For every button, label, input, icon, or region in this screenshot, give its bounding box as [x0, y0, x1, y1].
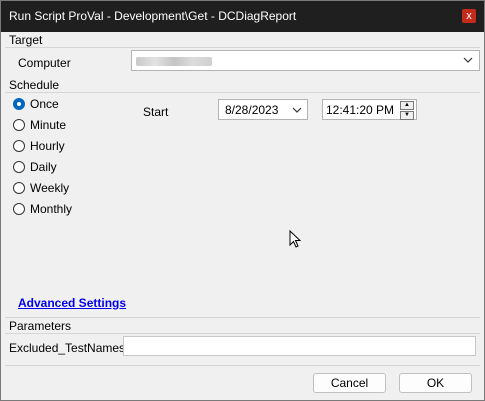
computer-label: Computer — [18, 56, 71, 70]
computer-dropdown[interactable] — [131, 50, 480, 71]
mouse-pointer-icon — [289, 229, 302, 251]
radio-minute-button[interactable] — [13, 119, 25, 131]
start-label: Start — [143, 105, 169, 119]
close-button[interactable]: x — [462, 9, 476, 23]
footer-divider — [5, 365, 480, 366]
chevron-down-icon[interactable] — [463, 55, 473, 65]
start-time-picker[interactable]: 12:41:20 PM ▲ ▼ — [322, 99, 417, 120]
radio-daily-label: Daily — [30, 160, 57, 174]
advanced-settings-link[interactable]: Advanced Settings — [18, 296, 126, 310]
start-time-value: 12:41:20 PM — [326, 103, 395, 117]
run-script-dialog: Run Script ProVal - Development\Get - DC… — [0, 0, 485, 401]
computer-value — [136, 57, 212, 66]
target-group-label: Target — [9, 33, 43, 47]
schedule-group-label: Schedule — [9, 78, 60, 92]
up-arrow-icon[interactable]: ▲ — [400, 101, 414, 110]
radio-hourly-label: Hourly — [30, 139, 65, 153]
ok-button[interactable]: OK — [399, 373, 472, 393]
radio-monthly-label: Monthly — [30, 202, 73, 216]
excluded-testnames-label: Excluded_TestNames — [9, 341, 126, 355]
cancel-button[interactable]: Cancel — [313, 373, 386, 393]
excluded-testnames-input[interactable] — [123, 336, 476, 356]
schedule-divider — [5, 92, 480, 93]
radio-hourly-button[interactable] — [13, 140, 25, 152]
title-bar: Run Script ProVal - Development\Get - DC… — [1, 1, 484, 32]
parameters-group-label: Parameters — [9, 319, 72, 333]
radio-weekly-label: Weekly — [30, 181, 70, 195]
time-spinner[interactable]: ▲ ▼ — [400, 101, 414, 120]
radio-once-label: Once — [30, 97, 59, 111]
parameters-divider-top — [5, 317, 480, 318]
down-arrow-icon[interactable]: ▼ — [400, 111, 414, 120]
start-date-picker[interactable]: 8/28/2023 — [218, 99, 308, 120]
radio-daily-button[interactable] — [13, 161, 25, 173]
radio-weekly-button[interactable] — [13, 182, 25, 194]
close-icon: x — [466, 10, 472, 22]
start-date-value: 8/28/2023 — [225, 103, 279, 117]
chevron-down-icon[interactable] — [292, 105, 302, 115]
radio-monthly-button[interactable] — [13, 203, 25, 215]
radio-once-button[interactable] — [13, 98, 25, 110]
target-divider — [5, 47, 480, 48]
window-title: Run Script ProVal - Development\Get - DC… — [9, 9, 297, 23]
parameters-divider — [5, 333, 480, 334]
radio-minute-label: Minute — [30, 118, 67, 132]
